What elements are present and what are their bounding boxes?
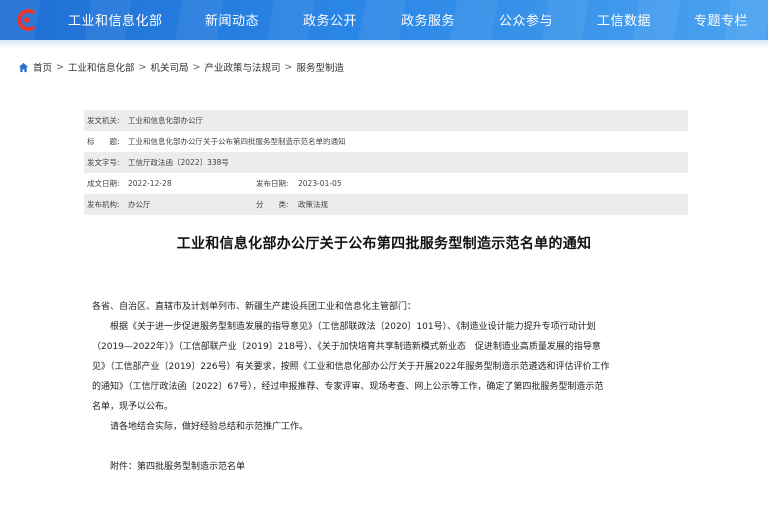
nav-item-news[interactable]: 新闻动态: [205, 10, 259, 29]
meta-label: 发布日期:: [256, 179, 289, 188]
meta-row-issuer: 发文机关: 工业和信息化部办公厅: [84, 110, 688, 131]
body-line: 名单，现予以公布。: [92, 402, 174, 412]
nav-item-data[interactable]: 工信数据: [597, 10, 651, 29]
attachment-link[interactable]: 附件：第四批服务型制造示范名单: [92, 459, 245, 472]
body-line: 的通知》（工信厅政法函〔2022〕67号），经过申报推荐、专家评审、现场考查、网…: [92, 382, 604, 392]
meta-label: 分 类:: [256, 200, 289, 209]
body-line: 根据《关于进一步促进服务型制造发展的指导意见》（工信部联政法〔2020〕101号…: [92, 322, 596, 332]
meta-row-title: 标 题: 工业和信息化部办公厅关于公布第四批服务型制造示范名单的通知: [84, 131, 688, 152]
meta-title: 工业和信息化部办公厅关于公布第四批服务型制造示范名单的通知: [128, 137, 346, 146]
breadcrumb-separator: >: [284, 61, 293, 73]
nav-item-public[interactable]: 公众参与: [499, 10, 553, 29]
meta-label: 成文日期:: [87, 179, 120, 188]
meta-created-date: 2022-12-28: [128, 179, 172, 188]
breadcrumb-policy-dept[interactable]: 产业政策与法规司: [204, 60, 280, 74]
body-line: （2019—2022年）》（工信部联产业〔2019〕218号）、《关于加快培育共…: [92, 342, 601, 352]
home-icon: [18, 62, 29, 72]
nav-item-gov-service[interactable]: 政务服务: [401, 10, 455, 29]
breadcrumb-service-manufacturing[interactable]: 服务型制造: [296, 60, 344, 74]
meta-docno: 工信厅政法函〔2022〕338号: [128, 158, 229, 167]
body-line: 请各地结合实际，做好经验总结和示范推广工作。: [92, 422, 309, 432]
salutation-line: 各省、自治区、直辖市及计划单列市、新疆生产建设兵团工业和信息化主管部门：: [92, 302, 417, 312]
meta-label: 发布机构:: [87, 200, 120, 209]
meta-row-docno: 发文字号: 工信厅政法函〔2022〕338号: [84, 152, 688, 173]
nav-item-miit[interactable]: 工业和信息化部: [68, 10, 163, 29]
breadcrumb-separator: >: [56, 61, 64, 73]
meta-published-date: 2023-01-05: [298, 179, 342, 188]
meta-category: 政策法规: [298, 200, 328, 209]
top-navigation-bar: 工业和信息化部 新闻动态 政务公开 政务服务 公众参与 工信数据 专题专栏: [0, 0, 768, 40]
meta-label: 发文机关:: [87, 116, 120, 125]
document-title: 工业和信息化部办公厅关于公布第四批服务型制造示范名单的通知: [176, 236, 592, 252]
body-line: 见》（工信部产业〔2019〕226号）有关要求，按照《工业和信息化部办公厅关于开…: [92, 362, 610, 372]
meta-row-dates: 成文日期: 2022-12-28 发布日期: 2023-01-05: [84, 173, 688, 194]
breadcrumb-home[interactable]: 首页: [33, 60, 52, 74]
main-nav: 工业和信息化部 新闻动态 政务公开 政务服务 公众参与 工信数据 专题专栏: [0, 0, 768, 40]
breadcrumb-miit[interactable]: 工业和信息化部: [68, 60, 135, 74]
breadcrumb-separator: >: [192, 61, 201, 73]
meta-org: 办公厅: [128, 200, 151, 209]
breadcrumb-departments[interactable]: 机关司局: [150, 60, 188, 74]
header-divider: [0, 40, 768, 48]
meta-label: 标 题:: [87, 137, 120, 146]
nav-item-gov-affairs[interactable]: 政务公开: [303, 10, 357, 29]
meta-row-org: 发布机构: 办公厅 分 类: 政策法规: [84, 194, 688, 215]
breadcrumb: 首页 > 工业和信息化部 > 机关司局 > 产业政策与法规司 > 服务型制造: [18, 60, 344, 74]
document-meta-table: 发文机关: 工业和信息化部办公厅 标 题: 工业和信息化部办公厅关于公布第四批服…: [84, 110, 688, 215]
meta-label: 发文字号:: [87, 158, 120, 167]
nav-item-topics[interactable]: 专题专栏: [694, 10, 748, 29]
meta-issuer: 工业和信息化部办公厅: [128, 116, 203, 125]
breadcrumb-separator: >: [138, 61, 147, 73]
